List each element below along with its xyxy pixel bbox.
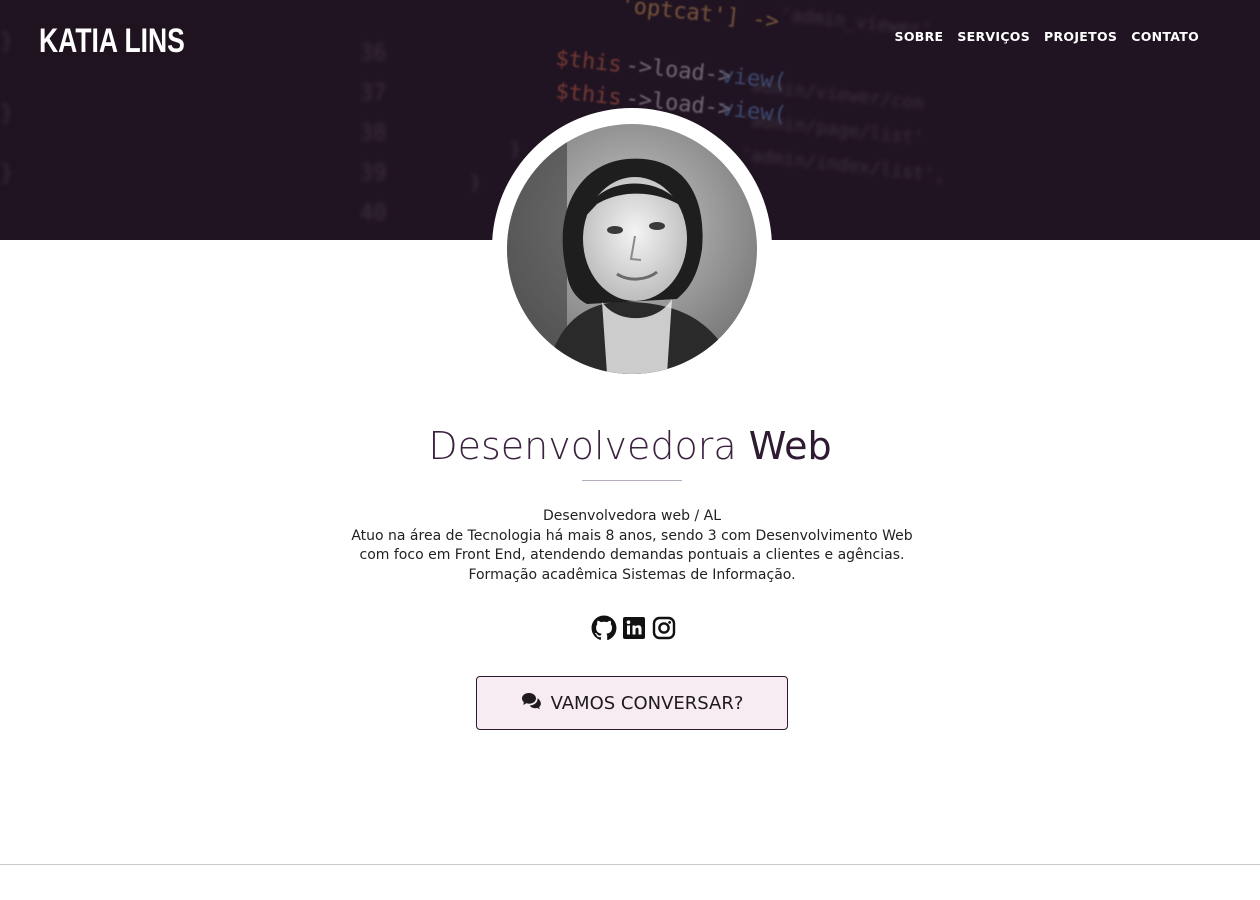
social-links [591,614,677,642]
comments-icon [521,692,543,715]
avatar [507,124,757,374]
brand-logo[interactable]: KATIA LINS [39,20,185,62]
title-divider [582,480,682,481]
description-block: Desenvolvedora web / AL Atuo na área de … [330,507,934,585]
linkedin-icon[interactable] [621,614,647,642]
github-icon[interactable] [591,614,617,642]
contact-cta-button[interactable]: VAMOS CONVERSAR? [476,676,788,730]
nav-item-contato[interactable]: CONTATO [1131,29,1199,45]
description-line: Atuo na área de Tecnologia há mais 8 ano… [351,527,913,544]
page-title: Desenvolvedora Web [0,420,1260,472]
main-nav: SOBRE SERVIÇOS PROJETOS CONTATO [895,29,1199,45]
title-strong: Web [748,424,832,468]
subtitle-line: Desenvolvedora web / AL [543,508,721,524]
nav-item-projetos[interactable]: PROJETOS [1044,29,1117,45]
title-light: Desenvolvedora [428,424,737,468]
description-line: Formação acadêmica Sistemas de Informaçã… [468,566,796,583]
profile-photo [507,124,757,374]
contact-cta-label: VAMOS CONVERSAR? [550,692,744,714]
description-line: com foco em Front End, atendendo demanda… [359,547,905,564]
footer-divider [0,864,1260,865]
instagram-icon[interactable] [651,614,677,642]
nav-item-sobre[interactable]: SOBRE [895,29,944,45]
nav-item-servicos[interactable]: SERVIÇOS [957,29,1030,45]
